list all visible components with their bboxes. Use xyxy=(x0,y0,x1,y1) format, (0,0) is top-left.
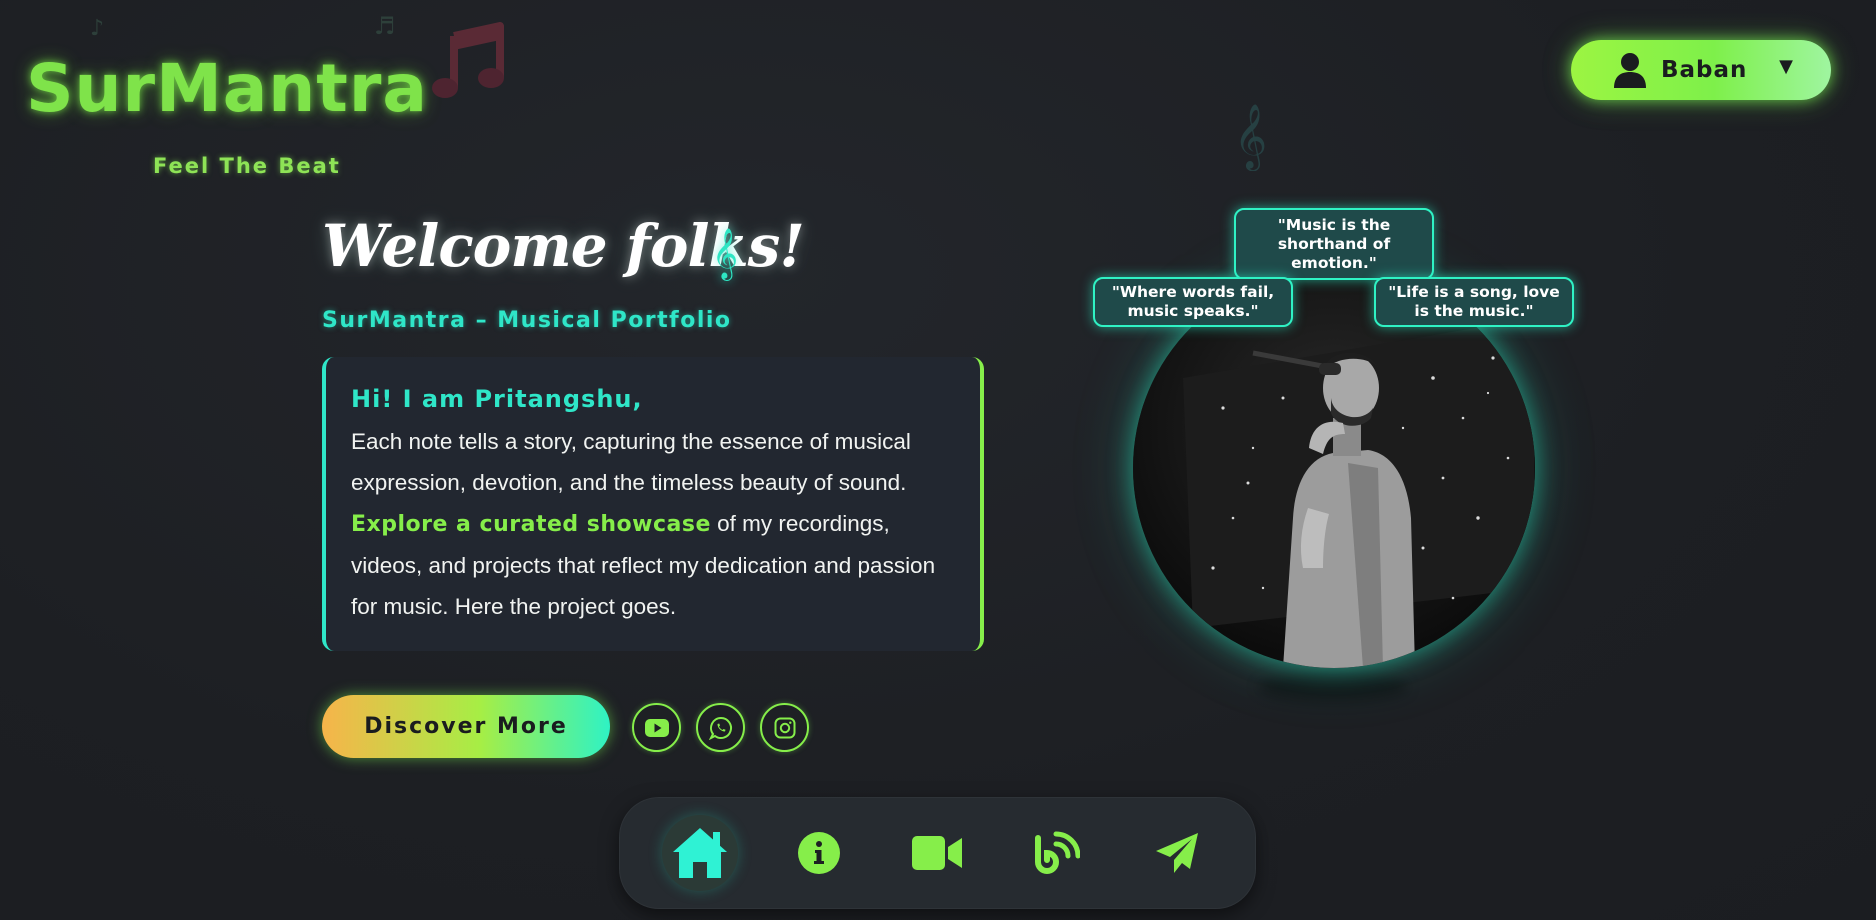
whatsapp-icon xyxy=(708,716,732,740)
portrait-shadow xyxy=(1258,672,1408,702)
background-note-icon: ♬ xyxy=(374,12,396,40)
instagram-icon xyxy=(774,717,795,738)
nav-about[interactable] xyxy=(781,815,857,891)
dropdown-caret-icon: ▼ xyxy=(1779,56,1793,77)
user-icon xyxy=(1614,53,1646,88)
intro-highlight: Explore a curated showcase xyxy=(351,512,711,537)
video-camera-icon xyxy=(912,836,962,870)
whatsapp-link[interactable] xyxy=(696,703,745,752)
quote-bubble-right: "Life is a song, love is the music." xyxy=(1374,277,1574,327)
intro-greeting: Hi! I am Pritangshu, xyxy=(351,385,643,413)
nav-contact[interactable] xyxy=(1139,815,1215,891)
intro-paragraph: Each note tells a story, capturing the e… xyxy=(351,429,911,495)
youtube-icon xyxy=(644,718,669,737)
paper-plane-icon xyxy=(1156,833,1198,873)
brand-name: SurMantra xyxy=(26,50,428,127)
singer-photo xyxy=(1133,268,1535,668)
treble-clef-icon: 𝄞 xyxy=(712,228,739,279)
nav-videos[interactable] xyxy=(899,815,975,891)
bottom-navigation xyxy=(619,797,1256,909)
intro-paragraph-2: Explore a curated showcase of my recordi… xyxy=(351,503,954,627)
music-note-logo-icon xyxy=(432,22,504,98)
background-note-icon: ♪ xyxy=(90,16,105,41)
user-menu-button[interactable]: Baban ▼ xyxy=(1571,40,1831,100)
blog-rss-icon xyxy=(1035,831,1080,874)
intro-card: Hi! I am Pritangshu, Each note tells a s… xyxy=(322,357,984,651)
info-icon xyxy=(798,832,840,874)
background-clef-icon: 𝄞 xyxy=(1234,104,1268,169)
discover-more-button[interactable]: Discover More xyxy=(322,695,610,758)
nav-home[interactable] xyxy=(662,815,738,891)
youtube-link[interactable] xyxy=(632,703,681,752)
nav-blog[interactable] xyxy=(1019,815,1095,891)
portfolio-subtitle: SurMantra – Musical Portfolio xyxy=(322,308,732,333)
home-icon xyxy=(673,828,727,878)
instagram-link[interactable] xyxy=(760,703,809,752)
singer-portrait xyxy=(1133,268,1535,668)
quote-bubble-top: "Music is the shorthand of emotion." xyxy=(1234,208,1434,280)
user-name: Baban xyxy=(1661,57,1748,83)
brand-logo[interactable]: SurMantra xyxy=(26,44,428,134)
brand-tagline: Feel The Beat xyxy=(153,154,341,178)
quote-bubble-left: "Where words fail, music speaks." xyxy=(1093,277,1293,327)
